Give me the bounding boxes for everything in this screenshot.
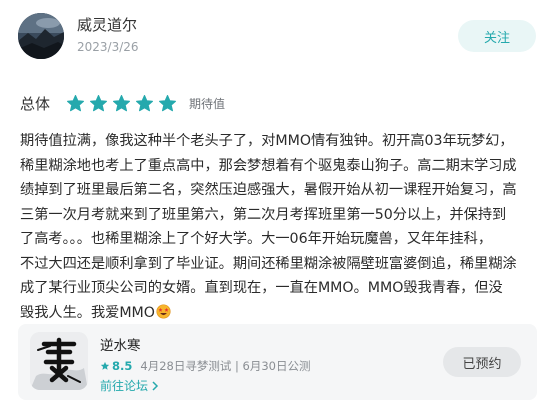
game-icon[interactable] [30,332,88,390]
star-icon [67,94,85,111]
star-struck-emoji [156,303,171,319]
chevron-right-icon [152,380,159,391]
review-line-text: 稀里糊涂地也考上了重点高中，那会梦想着有个驱鬼泰山狗子。高二期末学习成 [20,157,517,174]
forum-link-label: 前往论坛 [100,379,149,393]
star-icon [136,94,154,111]
star-icon [90,94,108,111]
review-line: 毁我人生。我爱MMO [20,301,544,326]
user-avatar[interactable] [18,13,64,59]
game-name[interactable]: 逆水寒 [100,334,141,354]
star-icon [113,94,131,111]
review-line: 期待值拉满，像我这种半个老头子了，对MMO情有独钟。初开高03年玩梦幻， [20,129,544,154]
rating-text: 期待值 [189,96,226,111]
score-star-icon [100,361,110,370]
review-line: 了高考。。。也稀里糊涂上了个好大学。大一06年开始玩魔兽，又年年挂科， [20,227,544,252]
rating-label: 总体 [20,94,51,113]
review-line: 绩掉到了班里最后第二名，突然压迫感强大，暑假开始从初一课程开始复习，高 [20,178,544,203]
review-line-text: 毁我人生。我爱MMO [20,304,155,321]
review-line-text: 成了某行业顶尖公司的女婿。直到现在，一直在MMO。MMO毁我青春，但没 [20,280,503,296]
game-score: 8.5 [112,359,133,373]
star-icon [159,94,177,111]
username[interactable]: 威灵道尔 [77,14,137,35]
reserved-button[interactable]: 已预约 [443,347,521,377]
review-line-text: 不过大四还是顺利拿到了毕业证。期间还稀里糊涂被隔壁班富婆倒追，稀里糊涂 [20,255,517,272]
game-card[interactable]: 逆水寒 8.5 4月28日寻梦测试 | 6月30日公测 前往论坛 已预约 [18,324,537,400]
review-body: 期待值拉满，像我这种半个老头子了，对MMO情有独钟。初开高03年玩梦幻， 稀里糊涂… [20,129,544,325]
review-line-text: 绩掉到了班里最后第二名，突然压迫感强大，暑假开始从初一课程开始复习，高 [20,182,517,198]
review-date: 2023/3/26 [77,40,139,54]
review-line-text: 了高考。。。也稀里糊涂上了个好大学。大一06年开始玩魔兽，又年年挂科， [20,231,493,247]
rating-stars [66,94,181,113]
follow-button[interactable]: 关注 [458,20,536,52]
review-line: 不过大四还是顺利拿到了毕业证。期间还稀里糊涂被隔壁班富婆倒追，稀里糊涂 [20,252,544,277]
game-events: 4月28日寻梦测试 | 6月30日公测 [140,359,311,373]
game-logo-image [30,332,88,390]
avatar-image [18,13,64,59]
forum-link[interactable]: 前往论坛 [100,377,159,394]
review-line: 三第一次月考就来到了班里第六，第二次月考挥班里第一50分以上，并保持到 [20,203,544,228]
review-line-text: 三第一次月考就来到了班里第六，第二次月考挥班里第一50分以上，并保持到 [20,206,507,223]
review-header: 威灵道尔 2023/3/26 关注 [0,0,552,72]
review-line: 成了某行业顶尖公司的女婿。直到现在，一直在MMO。MMO毁我青春，但没 [20,276,544,301]
game-meta: 8.5 4月28日寻梦测试 | 6月30日公测 [100,358,310,374]
review-line: 稀里糊涂地也考上了重点高中，那会梦想着有个驱鬼泰山狗子。高二期末学习成 [20,154,544,179]
overall-rating: 总体 期待值 [20,92,225,114]
review-line-text: 期待值拉满，像我这种半个老头子了，对MMO情有独钟。初开高03年玩梦幻， [20,133,514,149]
